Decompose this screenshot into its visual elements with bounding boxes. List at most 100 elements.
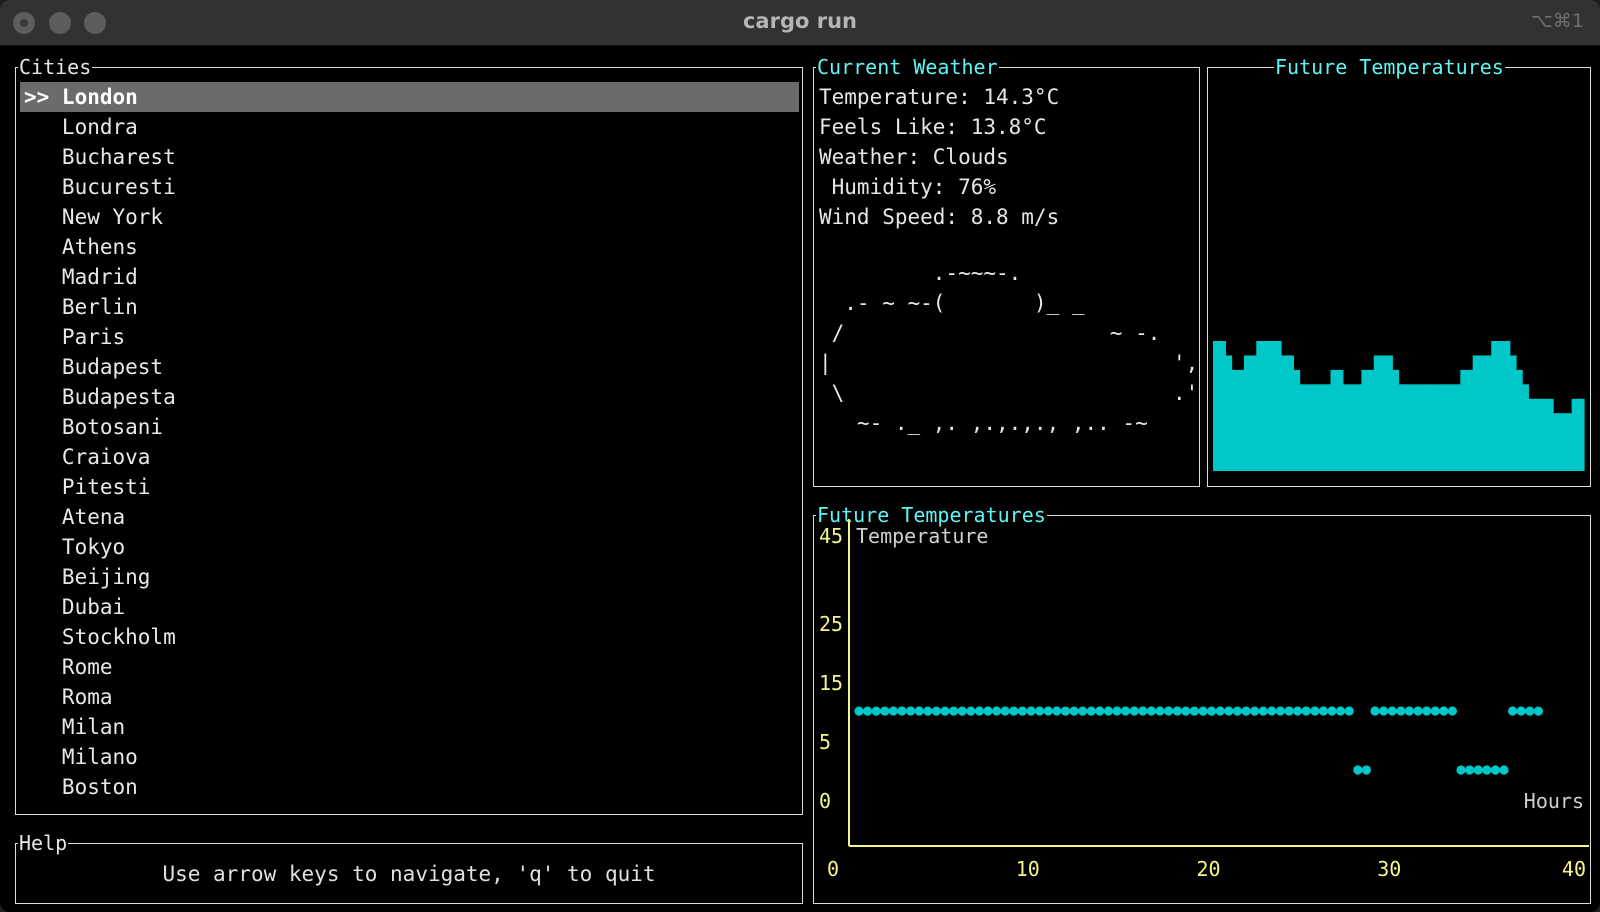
- sparkline-bar: [1305, 384, 1313, 471]
- data-point: [1456, 765, 1466, 775]
- sparkline-bar: [1528, 398, 1536, 471]
- city-item[interactable]: Athens: [20, 232, 799, 262]
- data-point: [1078, 706, 1088, 716]
- data-point: [1181, 706, 1191, 716]
- data-point: [1198, 706, 1208, 716]
- x-tick-label: 10: [1016, 857, 1040, 881]
- city-item[interactable]: Boston: [20, 772, 799, 802]
- sparkline-bar: [1336, 369, 1344, 471]
- data-point: [1284, 706, 1294, 716]
- sparkline-bar: [1268, 341, 1276, 471]
- sparkline-bar: [1386, 355, 1393, 471]
- city-list[interactable]: >> London Londra Bucharest Bucuresti New…: [20, 82, 799, 802]
- sparkline-bar: [1478, 355, 1486, 471]
- data-point: [1103, 706, 1113, 716]
- data-point: [1387, 706, 1397, 716]
- city-item[interactable]: Pitesti: [20, 472, 799, 502]
- sparkline-bar: [1250, 355, 1257, 471]
- city-item[interactable]: Berlin: [20, 292, 799, 322]
- city-item[interactable]: Dubai: [20, 592, 799, 622]
- y-tick-label: 25: [819, 612, 843, 636]
- city-item[interactable]: Milan: [20, 712, 799, 742]
- city-item[interactable]: New York: [20, 202, 799, 232]
- sparkline-bar: [1299, 384, 1307, 471]
- city-item[interactable]: Londra: [20, 112, 799, 142]
- data-point: [1258, 706, 1268, 716]
- data-point: [1533, 706, 1543, 716]
- city-item[interactable]: Stockholm: [20, 622, 799, 652]
- sparkline-bar: [1423, 384, 1431, 471]
- data-point: [1250, 706, 1260, 716]
- sparkline-bar: [1485, 355, 1492, 471]
- data-point: [1396, 706, 1406, 716]
- data-point: [1508, 706, 1518, 716]
- sparkline-bar: [1404, 384, 1412, 471]
- data-point: [992, 706, 1002, 716]
- data-point: [871, 706, 881, 716]
- data-point: [1413, 706, 1423, 716]
- sparkline-bar: [1503, 341, 1511, 471]
- data-point: [1138, 706, 1148, 716]
- sparkline-bar: [1373, 355, 1381, 471]
- data-point: [966, 706, 976, 716]
- window-shortcut-label: ⌥⌘1: [1531, 10, 1584, 32]
- city-item[interactable]: Rome: [20, 652, 799, 682]
- sparkline-bar: [1417, 384, 1424, 471]
- current-weather-title: Current Weather: [816, 55, 999, 79]
- data-point: [1482, 765, 1492, 775]
- city-item[interactable]: Beijing: [20, 562, 799, 592]
- sparkline-bar: [1324, 384, 1332, 471]
- sparkline-bar: [1225, 355, 1233, 471]
- title-bar: cargo run ⌥⌘1: [0, 0, 1600, 46]
- sparkline-bar: [1571, 398, 1579, 471]
- data-point: [1017, 706, 1027, 716]
- city-item[interactable]: Bucuresti: [20, 172, 799, 202]
- data-point: [1043, 706, 1053, 716]
- help-text: Use arrow keys to navigate, 'q' to quit: [162, 862, 656, 886]
- city-item[interactable]: Tokyo: [20, 532, 799, 562]
- wind-speed-reading: Wind Speed: 8.8 m/s: [819, 205, 1060, 229]
- data-point: [1473, 765, 1483, 775]
- data-point: [1490, 765, 1500, 775]
- city-item[interactable]: Atena: [20, 502, 799, 532]
- data-point: [854, 706, 864, 716]
- city-item[interactable]: Craiova: [20, 442, 799, 472]
- data-point: [906, 706, 916, 716]
- sparkline-bar: [1219, 341, 1226, 471]
- city-item[interactable]: Milano: [20, 742, 799, 772]
- city-item[interactable]: Budapest: [20, 352, 799, 382]
- city-item[interactable]: Madrid: [20, 262, 799, 292]
- data-point: [1069, 706, 1079, 716]
- data-point: [931, 706, 941, 716]
- sparkline-bar: [1379, 355, 1387, 471]
- humidity-reading: Humidity: 76%: [819, 175, 997, 199]
- sparkline-bar: [1274, 341, 1282, 471]
- current-weather-panel: Current Weather Temperature: 14.3°C Feel…: [813, 56, 1200, 487]
- sparkline-bar: [1553, 413, 1560, 471]
- data-point: [1000, 706, 1010, 716]
- city-item[interactable]: Roma: [20, 682, 799, 712]
- data-point: [1060, 706, 1070, 716]
- city-item[interactable]: Bucharest: [20, 142, 799, 172]
- sparkline-bar: [1361, 369, 1369, 471]
- sparkline-bar: [1441, 384, 1449, 471]
- data-point: [1422, 706, 1432, 716]
- sparkline-bar: [1398, 384, 1406, 471]
- data-point: [1318, 706, 1328, 716]
- city-item[interactable]: Budapesta: [20, 382, 799, 412]
- city-item[interactable]: Botosani: [20, 412, 799, 442]
- sparkline-bar: [1497, 341, 1505, 471]
- help-panel-title: Help: [18, 831, 69, 855]
- cities-panel-title: Cities: [18, 55, 93, 79]
- cloud-ascii-art: .-~~~-. .- ~ ~-( )_ _ / ~ -. | ', \ .' ~…: [819, 261, 1199, 435]
- data-point: [1112, 706, 1122, 716]
- city-item[interactable]: Paris: [20, 322, 799, 352]
- data-point: [863, 706, 873, 716]
- data-point: [1026, 706, 1036, 716]
- data-point: [923, 706, 933, 716]
- city-item-selected[interactable]: >> London: [20, 82, 799, 112]
- temperature-reading: Temperature: 14.3°C: [819, 85, 1060, 109]
- sparkline-bar: [1355, 384, 1362, 471]
- data-point: [1310, 706, 1320, 716]
- data-point: [1353, 765, 1363, 775]
